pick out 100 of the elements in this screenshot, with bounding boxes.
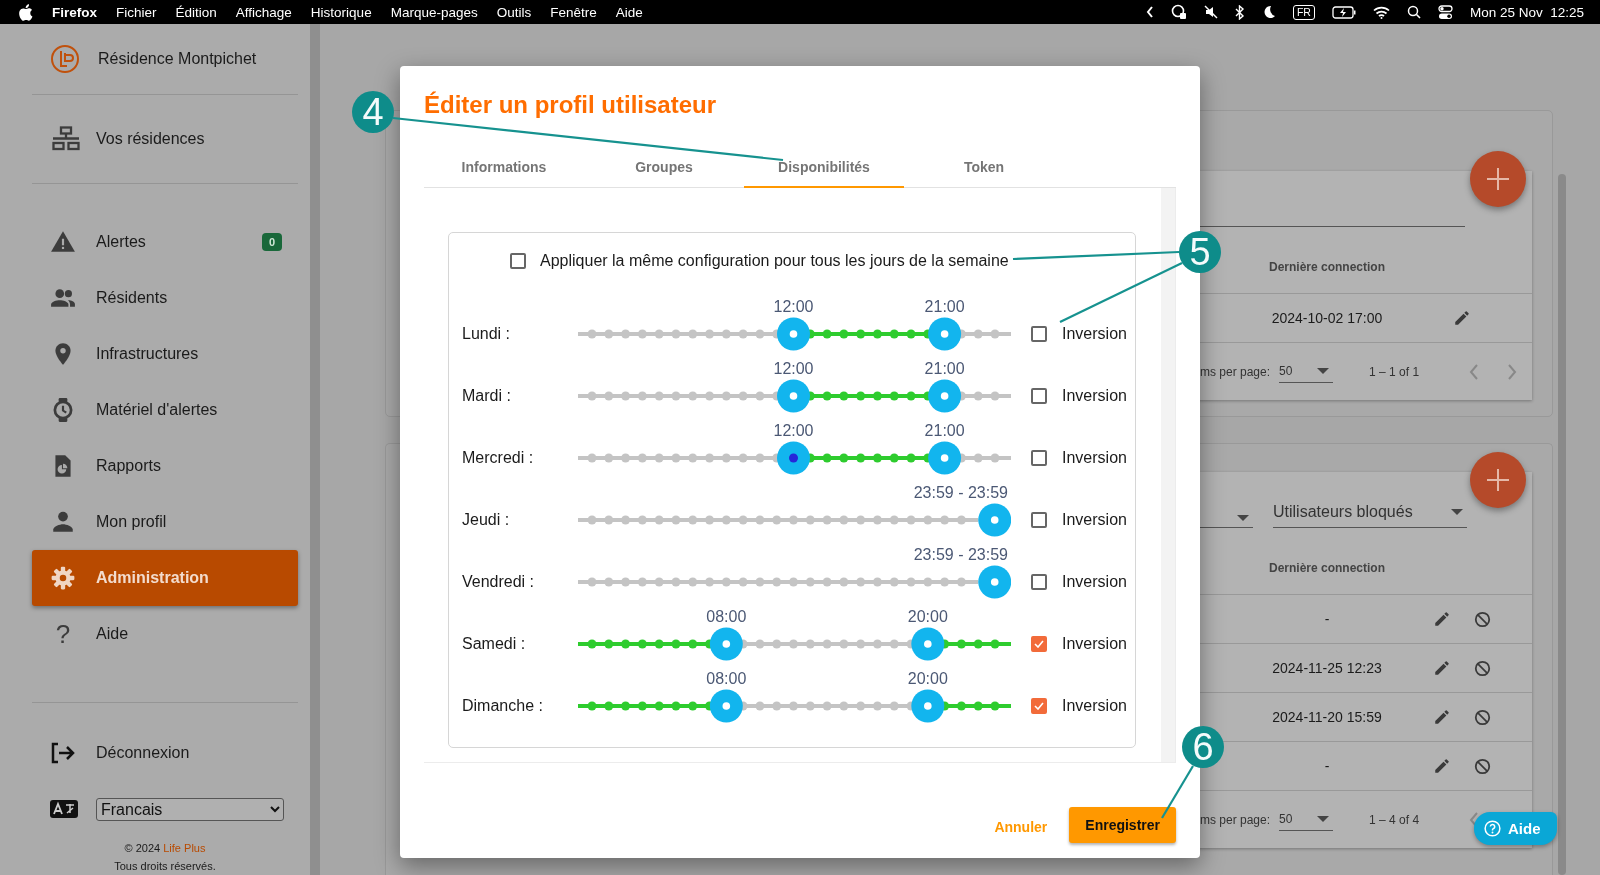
- dropdown-caret-icon: [1317, 816, 1330, 822]
- add-button[interactable]: [1470, 151, 1526, 207]
- tab[interactable]: Token: [904, 148, 1064, 188]
- menu-item[interactable]: Affichage: [235, 4, 292, 20]
- checkbox[interactable]: [1031, 388, 1047, 404]
- time-label: 23:59 - 23:59: [913, 546, 1008, 564]
- slider-thumb[interactable]: [777, 441, 810, 475]
- slider-thumb[interactable]: [777, 379, 810, 413]
- battery-charging-icon[interactable]: [1331, 5, 1356, 19]
- add-button[interactable]: [1470, 452, 1526, 508]
- checkbox-label: Inversion: [1062, 511, 1127, 529]
- menu-item[interactable]: Outils: [496, 4, 532, 20]
- menu-item[interactable]: Fenêtre: [550, 4, 597, 20]
- sidebar-item[interactable]: Mon profil: [32, 494, 298, 550]
- table-cell-text: -: [1323, 758, 1331, 774]
- wifi-icon[interactable]: [1372, 5, 1390, 19]
- save-button[interactable]: Enregistrer: [1069, 807, 1176, 843]
- checkbox-label: Inversion: [1062, 449, 1127, 467]
- sidebar-item[interactable]: Matériel d'alertes: [32, 382, 298, 438]
- checkbox[interactable]: [510, 253, 526, 269]
- checkbox[interactable]: [1031, 512, 1047, 528]
- search-icon[interactable]: [1406, 5, 1421, 19]
- slider-thumb[interactable]: [928, 317, 962, 351]
- slider-thumb[interactable]: [978, 503, 1011, 537]
- settings-icon: [50, 565, 76, 591]
- time-label: 23:59 - 23:59: [913, 484, 1008, 502]
- checkbox-label: Appliquer la même configuration pour tous les jours de la semaine: [540, 252, 1009, 270]
- page-size-select[interactable]: 50: [1279, 808, 1334, 831]
- warning-icon: [50, 229, 76, 255]
- chevron-left-icon[interactable]: [1145, 6, 1154, 18]
- slider-thumb[interactable]: [709, 689, 743, 723]
- muted-speaker-icon[interactable]: [1203, 5, 1218, 19]
- day-label: Dimanche :: [461, 696, 544, 716]
- sidebar-item[interactable]: Rapports: [32, 438, 298, 494]
- sidebar-item[interactable]: Vos résidences: [32, 95, 298, 184]
- menu-bar-clock[interactable]: Mon 25 Nov 12:25: [1469, 4, 1584, 20]
- block-icon[interactable]: [1474, 610, 1491, 628]
- app-menu[interactable]: Firefox: [52, 4, 97, 20]
- block-icon[interactable]: [1474, 708, 1491, 726]
- toggle-switches-icon[interactable]: [1437, 4, 1453, 20]
- slider-thumb[interactable]: [709, 627, 743, 661]
- logout-link[interactable]: Déconnexion: [32, 725, 298, 781]
- menu-item[interactable]: Aide: [615, 4, 643, 20]
- day-label: Samedi :: [461, 634, 527, 654]
- checkbox[interactable]: [1031, 450, 1047, 466]
- sidebar-item[interactable]: Alertes 0: [32, 214, 298, 270]
- slider-thumb[interactable]: [978, 565, 1011, 599]
- menu-item[interactable]: Historique: [310, 4, 372, 20]
- apple-logo-icon[interactable]: [18, 3, 33, 21]
- items-per-page-label: ms per page:: [1200, 812, 1271, 827]
- help-icon: [1484, 820, 1501, 837]
- edit-icon[interactable]: [1433, 659, 1451, 677]
- block-icon[interactable]: [1474, 757, 1491, 775]
- sidebar-item[interactable]: Infrastructures: [32, 326, 298, 382]
- slider-track[interactable]: [578, 515, 979, 525]
- page-size-select[interactable]: 50: [1279, 360, 1334, 383]
- edit-icon[interactable]: [1433, 610, 1451, 628]
- dialog-title: Éditer un profil utilisateur: [424, 90, 718, 120]
- edit-icon[interactable]: [1433, 757, 1451, 775]
- items-per-page-label: ms per page:: [1200, 364, 1271, 379]
- checkbox-label: Inversion: [1062, 697, 1127, 715]
- time-label: 21:00: [924, 422, 965, 440]
- column-header: Dernière connection: [1268, 260, 1386, 274]
- slider-track[interactable]: [578, 577, 979, 587]
- time-label: 12:00: [773, 298, 814, 316]
- sidebar-item[interactable]: ? Aide: [32, 606, 298, 662]
- checkbox[interactable]: [1031, 326, 1047, 342]
- slider-thumb[interactable]: [911, 627, 945, 661]
- filter-select[interactable]: Utilisateurs bloqués: [1273, 503, 1467, 528]
- menu-item[interactable]: Fichier: [116, 4, 157, 20]
- tab[interactable]: Groupes: [584, 148, 744, 188]
- edit-icon[interactable]: [1433, 708, 1451, 726]
- menu-item[interactable]: Édition: [175, 4, 217, 20]
- slider-thumb[interactable]: [928, 379, 962, 413]
- block-icon[interactable]: [1474, 659, 1491, 677]
- leader-line: [1161, 765, 1194, 819]
- time-label: 08:00: [706, 608, 747, 626]
- slider-thumb[interactable]: [777, 317, 810, 351]
- checkbox-label: Inversion: [1062, 635, 1127, 653]
- language-select[interactable]: Francais: [96, 797, 284, 821]
- menu-item[interactable]: Marque-pages: [390, 4, 478, 20]
- table-cell-text: 2024-10-02 17:00: [1270, 310, 1384, 326]
- checkbox[interactable]: [1031, 698, 1047, 714]
- day-label: Mardi :: [461, 386, 512, 406]
- checkbox[interactable]: [1031, 574, 1047, 590]
- tab[interactable]: Informations: [424, 148, 584, 188]
- sidebar-item[interactable]: Administration: [32, 550, 298, 606]
- person-icon: [50, 509, 76, 535]
- slider-thumb[interactable]: [928, 441, 962, 475]
- time-label: 21:00: [924, 360, 965, 378]
- dropdown-caret-icon: [1237, 515, 1249, 521]
- checkbox[interactable]: [1031, 636, 1047, 652]
- sidebar-item[interactable]: Résidents: [32, 270, 298, 326]
- time-label: 12:00: [773, 422, 814, 440]
- input-source-indicator[interactable]: FR: [1292, 4, 1315, 20]
- time-label: 12:00: [773, 360, 814, 378]
- edit-icon[interactable]: [1453, 309, 1471, 327]
- logout-icon: [50, 741, 76, 765]
- bluetooth-icon[interactable]: [1234, 4, 1245, 20]
- slider-thumb[interactable]: [911, 689, 945, 723]
